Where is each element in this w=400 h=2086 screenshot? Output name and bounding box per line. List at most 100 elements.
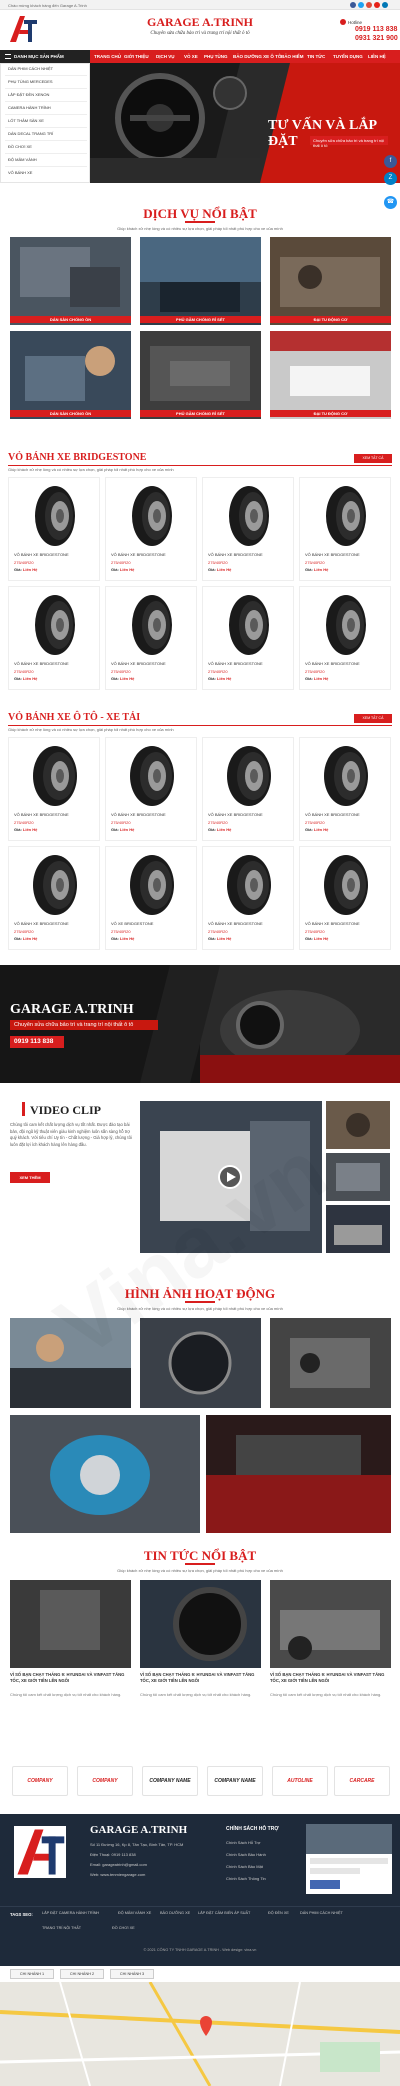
tire-image[interactable]: [313, 483, 379, 549]
view-all-button[interactable]: XEM TẤT CẢ: [354, 454, 392, 463]
tire-image[interactable]: [216, 592, 282, 658]
service-card[interactable]: [10, 331, 131, 419]
brand-logo[interactable]: AUTOLINE: [272, 1766, 328, 1796]
news-thumbnail[interactable]: [140, 1580, 261, 1668]
nav-item-maintenance[interactable]: BẢO DƯỠNG XE Ô TÔ: [233, 54, 281, 59]
product-card[interactable]: VỎ BÁNH XE BRIDGESTONE 275/40R20 Giá: Liên…: [105, 586, 197, 690]
product-name[interactable]: VỎ BÁNH XE BRIDGESTONE: [111, 552, 166, 557]
news-thumbnail[interactable]: [270, 1580, 391, 1668]
product-name[interactable]: VỎ BÁNH XE BRIDGESTONE: [208, 552, 263, 557]
news-item[interactable]: VÌ SỐ BẠN CHẠY THÁNG 9: HYUNDAI VÀ VINFA…: [10, 1580, 131, 1750]
product-name[interactable]: VỎ BÁNH XE BRIDGESTONE: [208, 921, 263, 926]
tire-image[interactable]: [22, 852, 88, 918]
google-map[interactable]: [0, 1982, 400, 2086]
sidebar-item-floor-mats[interactable]: LÓT THẢM SÀN XE: [8, 118, 44, 123]
brand-logo[interactable]: COMPANY: [77, 1766, 133, 1796]
news-item-title[interactable]: VÌ SỐ BẠN CHẠY THÁNG 9: HYUNDAI VÀ VINFA…: [270, 1672, 391, 1684]
footer-policy-link[interactable]: Chính Sách Thông Tin: [226, 1876, 266, 1881]
product-name[interactable]: VỎ BÁNH XE BRIDGESTONE: [208, 661, 263, 666]
service-card[interactable]: [270, 237, 391, 325]
google-plus-icon[interactable]: [366, 2, 372, 8]
view-all-button[interactable]: XEM TẤT CẢ: [354, 714, 392, 723]
brand-logo[interactable]: COMPANY: [12, 1766, 68, 1796]
news-item[interactable]: VÌ SỐ BẠN CHẠY THÁNG 9: HYUNDAI VÀ VINFA…: [140, 1580, 261, 1750]
tire-image[interactable]: [119, 592, 185, 658]
product-card[interactable]: VỎ BÁNH XE BRIDGESTONE 275/40R20 Giá: Liên…: [8, 477, 100, 581]
tire-image[interactable]: [119, 483, 185, 549]
product-name[interactable]: VỎ BÁNH XE BRIDGESTONE: [14, 921, 69, 926]
hotline-phone-1[interactable]: 0919 113 838: [355, 26, 397, 33]
service-card[interactable]: [140, 237, 261, 325]
zalo-float-icon[interactable]: Z: [384, 172, 397, 185]
youtube-icon[interactable]: [374, 2, 380, 8]
footer-policy-link[interactable]: Chính Sách Bảo Hành: [226, 1852, 266, 1857]
linkedin-icon[interactable]: [382, 2, 388, 8]
footer-logo[interactable]: [14, 1826, 66, 1878]
messenger-float-icon[interactable]: f: [384, 155, 397, 168]
product-name[interactable]: VỎ BÁNH XE BRIDGESTONE: [305, 661, 360, 666]
product-name[interactable]: VỎ BÁNH XE BRIDGESTONE: [14, 552, 69, 557]
product-name[interactable]: VỎ BÁNH XE BRIDGESTONE: [305, 552, 360, 557]
product-name[interactable]: VỎ BÁNH XE BRIDGESTONE: [14, 812, 69, 817]
sidebar-item-accessories[interactable]: ĐỒ CHƠI XE: [8, 144, 32, 149]
product-name[interactable]: VỎ BÁNH XE BRIDGESTONE: [111, 661, 166, 666]
sidebar-item-dashcam[interactable]: CAMERA HÀNH TRÌNH: [8, 105, 51, 110]
footer-policy-link[interactable]: Chính Sách Bảo Mật: [226, 1864, 263, 1869]
product-card[interactable]: VỎ XE BRIDGESTONE 275/40R20 Giá: Liên Hệ: [105, 846, 197, 950]
cta-phone-button[interactable]: 0919 113 838: [10, 1036, 64, 1048]
video-thumbnail[interactable]: [326, 1205, 390, 1253]
product-name[interactable]: VỎ XE BRIDGESTONE: [111, 921, 153, 926]
tire-image[interactable]: [216, 743, 282, 809]
product-card[interactable]: VỎ BÁNH XE BRIDGESTONE 275/40R20 Giá: Liên…: [202, 477, 294, 581]
nav-item-recruitment[interactable]: TUYỂN DỤNG: [333, 54, 363, 59]
news-item-title[interactable]: VÌ SỐ BẠN CHẠY THÁNG 9: HYUNDAI VÀ VINFA…: [10, 1672, 131, 1684]
tag-link[interactable]: LẮP ĐẶT CẢM BIẾN ÁP SUẤT: [198, 1911, 250, 1915]
product-name[interactable]: VỎ BÁNH XE BRIDGESTONE: [305, 812, 360, 817]
service-card[interactable]: [140, 331, 261, 419]
video-thumbnail[interactable]: [326, 1101, 390, 1149]
sidebar-item-rims[interactable]: ĐỘ MÂM VÀNH: [8, 157, 37, 162]
sidebar-item-decal[interactable]: DÁN DECAL TRANG TRÍ: [8, 131, 53, 136]
tire-image[interactable]: [119, 743, 185, 809]
tag-link[interactable]: ĐỒ CHƠI XE: [112, 1926, 135, 1930]
category-menu-toggle[interactable]: DANH MỤC SẢN PHẨM: [0, 50, 90, 63]
product-card[interactable]: VỎ BÁNH XE BRIDGESTONE 275/40R20 Giá: Liên…: [202, 737, 294, 841]
gallery-photo[interactable]: [270, 1318, 391, 1408]
product-card[interactable]: VỎ BÁNH XE BRIDGESTONE 275/40R20 Giá: Liên…: [202, 846, 294, 950]
service-card[interactable]: [10, 237, 131, 325]
product-card[interactable]: VỎ BÁNH XE BRIDGESTONE 275/40R20 Giá: Liên…: [105, 477, 197, 581]
product-name[interactable]: VỎ BÁNH XE BRIDGESTONE: [208, 812, 263, 817]
tire-image[interactable]: [119, 852, 185, 918]
twitter-icon[interactable]: [358, 2, 364, 8]
tire-image[interactable]: [216, 852, 282, 918]
brand-logo[interactable]: COMPANY NAME: [207, 1766, 263, 1796]
news-item-title[interactable]: VÌ SỐ BẠN CHẠY THÁNG 9: HYUNDAI VÀ VINFA…: [140, 1672, 261, 1684]
tire-image[interactable]: [216, 483, 282, 549]
tag-link[interactable]: BẢO DƯỠNG XE: [160, 1911, 190, 1915]
view-more-button[interactable]: XEM THÊM: [10, 1172, 50, 1183]
sidebar-item-tint-film[interactable]: DÁN PHIM CÁCH NHIỆT: [8, 66, 53, 71]
product-name[interactable]: VỎ BÁNH XE BRIDGESTONE: [111, 812, 166, 817]
tag-link[interactable]: ĐỘ MÂM VÀNH XE: [118, 1911, 151, 1915]
tire-image[interactable]: [313, 743, 379, 809]
gallery-photo[interactable]: [10, 1415, 200, 1533]
nav-item-news[interactable]: TIN TỨC: [307, 54, 325, 59]
product-name[interactable]: VỎ BÁNH XE BRIDGESTONE: [14, 661, 69, 666]
product-card[interactable]: VỎ BÁNH XE BRIDGESTONE 275/40R20 Giá: Liên…: [299, 737, 391, 841]
product-name[interactable]: VỎ BÁNH XE BRIDGESTONE: [305, 921, 360, 926]
tab-branch-2[interactable]: CHI NHÁNH 2: [60, 1969, 104, 1979]
tag-link[interactable]: ĐỘ ĐÈN XE: [268, 1911, 289, 1915]
tag-link[interactable]: TRANG TRÍ NỘI THẤT: [42, 1926, 81, 1930]
news-item[interactable]: VÌ SỐ BẠN CHẠY THÁNG 9: HYUNDAI VÀ VINFA…: [270, 1580, 391, 1750]
product-card[interactable]: VỎ BÁNH XE BRIDGESTONE 275/40R20 Giá: Liên…: [299, 846, 391, 950]
sidebar-item-tires[interactable]: VỎ BÁNH XE: [8, 170, 32, 175]
nav-item-parts[interactable]: PHỤ TÙNG: [204, 54, 228, 59]
tag-link[interactable]: DÁN PHIM CÁCH NHIỆT: [300, 1911, 343, 1915]
product-card[interactable]: VỎ BÁNH XE BRIDGESTONE 275/40R20 Giá: Liên…: [105, 737, 197, 841]
product-card[interactable]: VỎ BÁNH XE BRIDGESTONE 275/40R20 Giá: Liên…: [8, 737, 100, 841]
tire-image[interactable]: [22, 743, 88, 809]
nav-item-home[interactable]: TRANG CHỦ: [94, 54, 121, 59]
footer-policy-link[interactable]: Chính Sách Hỗ Trợ: [226, 1840, 260, 1845]
tire-image[interactable]: [22, 483, 88, 549]
tire-image[interactable]: [313, 852, 379, 918]
